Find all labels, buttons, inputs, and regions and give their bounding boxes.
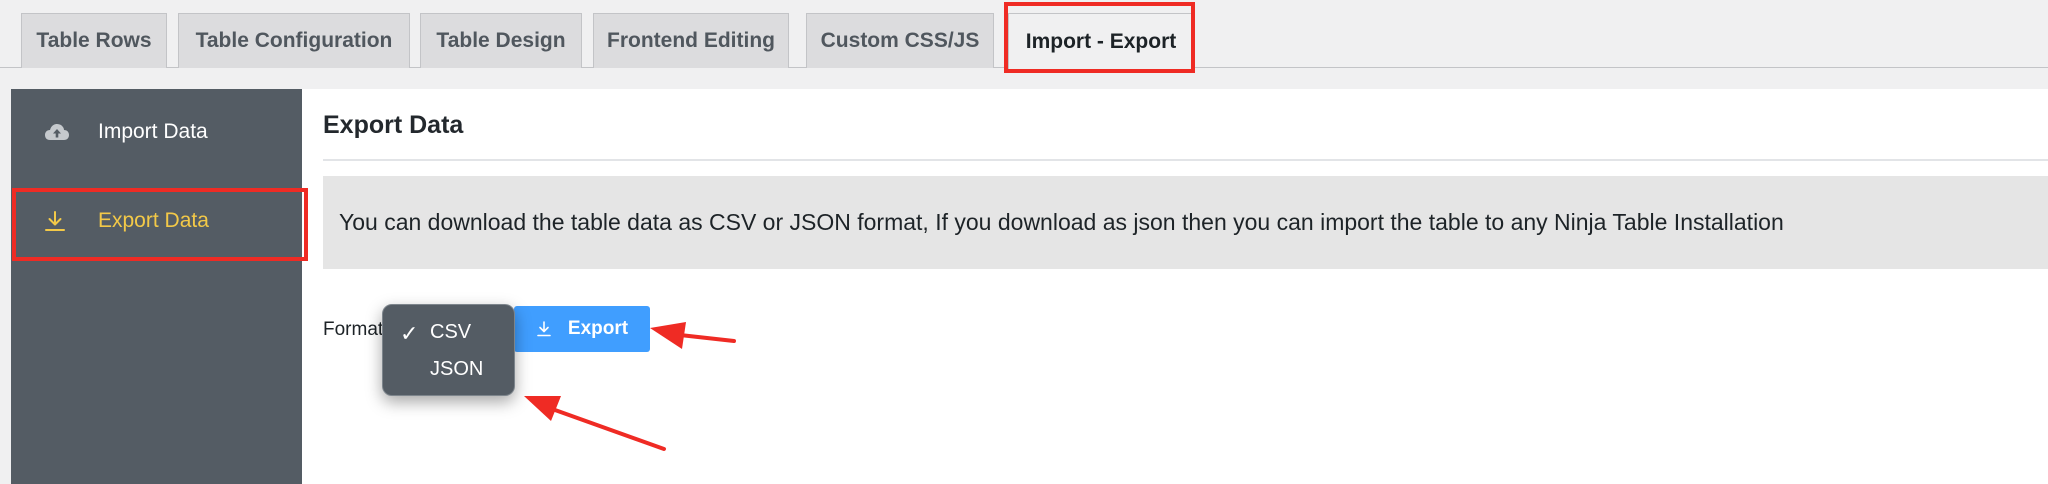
arrow-to-format-dropdown xyxy=(524,396,666,451)
arrow-to-export-button xyxy=(650,322,736,349)
annotation-arrows xyxy=(524,322,736,451)
